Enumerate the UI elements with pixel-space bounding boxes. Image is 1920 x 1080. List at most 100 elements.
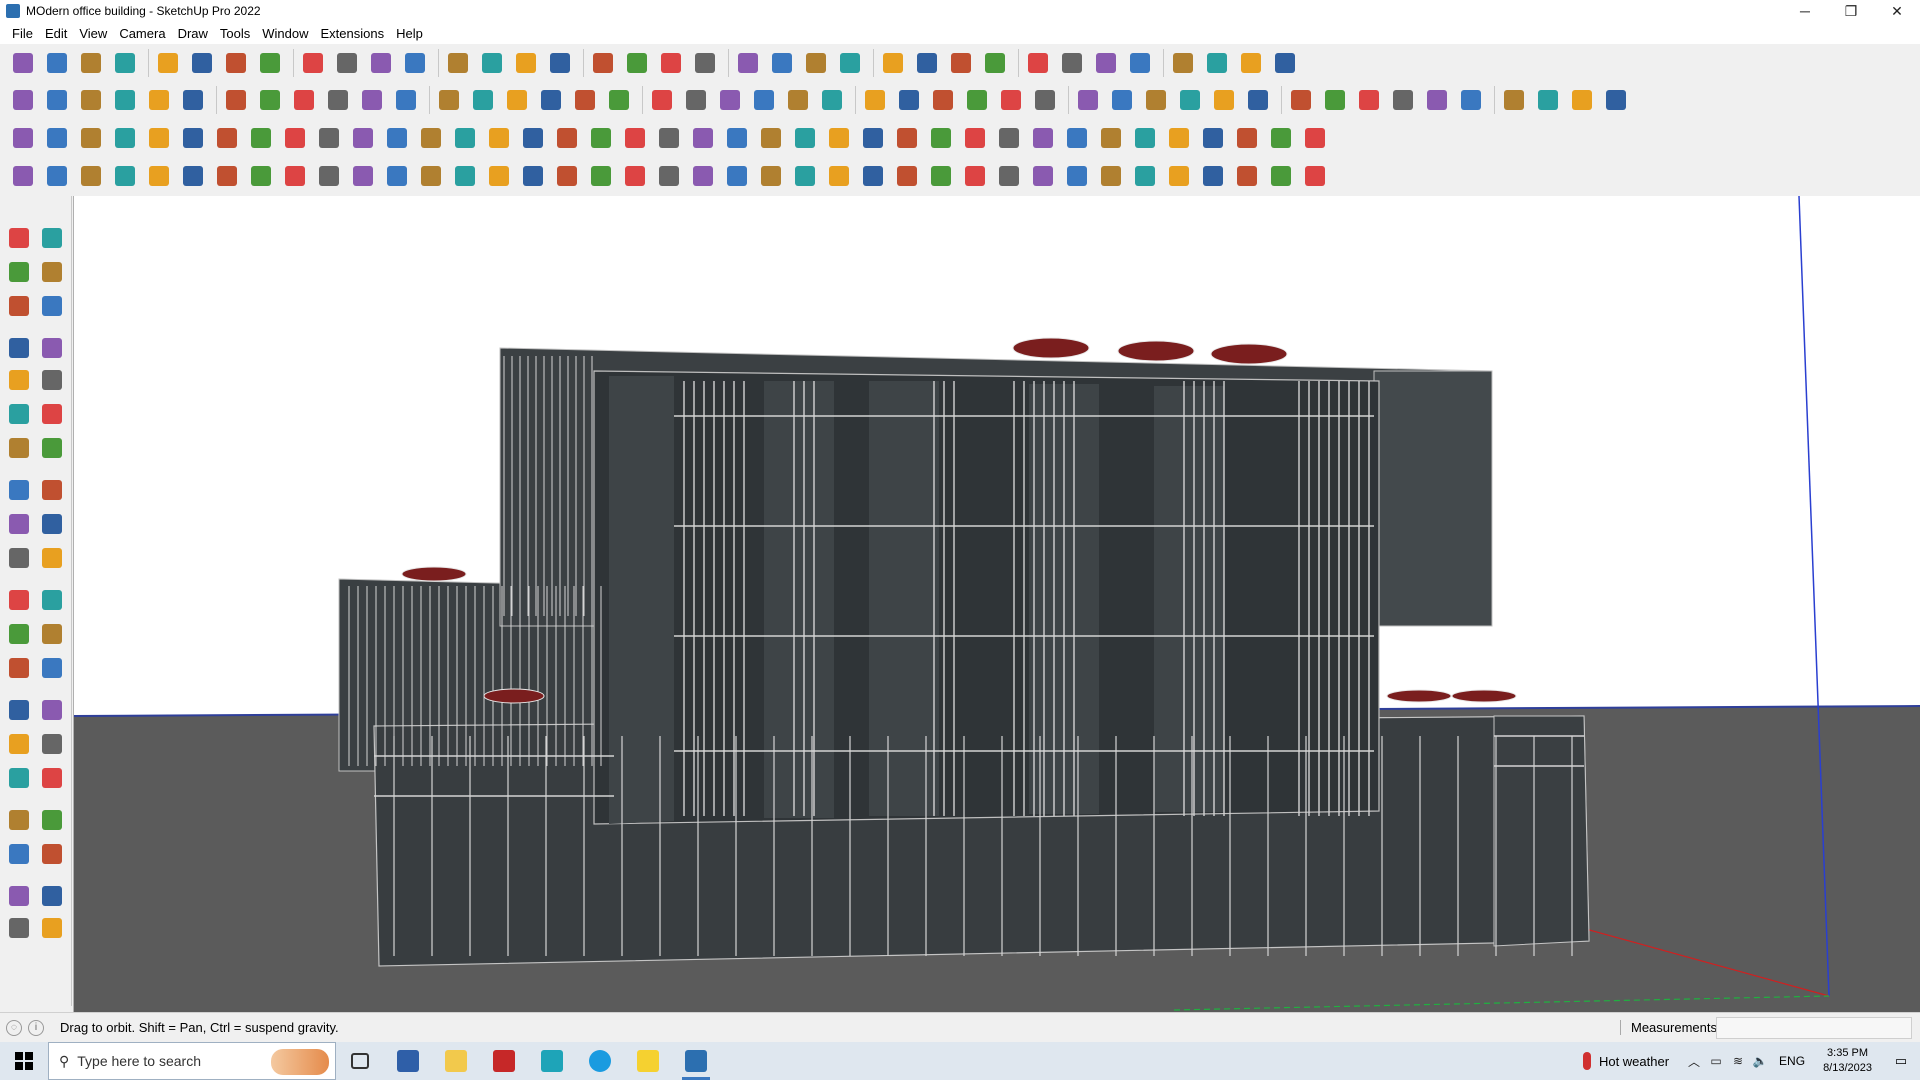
menu-file[interactable]: File: [6, 26, 39, 41]
toolbar-tool-button[interactable]: [1130, 123, 1160, 153]
toolbar-tool-button[interactable]: [654, 123, 684, 153]
task-view-button[interactable]: [336, 1042, 384, 1080]
toolbar-tool-button[interactable]: [1209, 85, 1239, 115]
toolbar-tool-button[interactable]: [586, 161, 616, 191]
toolbar-tool-button[interactable]: [153, 48, 183, 78]
toolbar-tool-button[interactable]: [178, 161, 208, 191]
toolbar-tool-button[interactable]: [1533, 85, 1563, 115]
palette-tool-button[interactable]: [5, 400, 33, 428]
toolbar-tool-button[interactable]: [1073, 85, 1103, 115]
toolbar-tool-button[interactable]: [1028, 123, 1058, 153]
toolbar-tool-button[interactable]: [1030, 85, 1060, 115]
toolbar-tool-button[interactable]: [443, 48, 473, 78]
palette-tool-button[interactable]: [38, 806, 66, 834]
toolbar-tool-button[interactable]: [994, 123, 1024, 153]
toolbar-tool-button[interactable]: [484, 123, 514, 153]
palette-tool-button[interactable]: [5, 292, 33, 320]
taskbar-app-calculator[interactable]: [384, 1042, 432, 1080]
toolbar-tool-button[interactable]: [110, 123, 140, 153]
toolbar-tool-button[interactable]: [801, 48, 831, 78]
toolbar-tool-button[interactable]: [1096, 161, 1126, 191]
toolbar-tool-button[interactable]: [552, 161, 582, 191]
toolbar-tool-button[interactable]: [690, 48, 720, 78]
palette-tool-button[interactable]: [5, 764, 33, 792]
taskbar-app-edge[interactable]: [576, 1042, 624, 1080]
menu-draw[interactable]: Draw: [172, 26, 214, 41]
toolbar-tool-button[interactable]: [1091, 48, 1121, 78]
toolbar-tool-button[interactable]: [434, 85, 464, 115]
toolbar-tool-button[interactable]: [8, 48, 38, 78]
taskbar-app-file-explorer[interactable]: [432, 1042, 480, 1080]
toolbar-tool-button[interactable]: [733, 48, 763, 78]
toolbar-tool-button[interactable]: [783, 85, 813, 115]
measurements-input[interactable]: [1716, 1017, 1912, 1039]
toolbar-tool-button[interactable]: [1354, 85, 1384, 115]
toolbar-tool-button[interactable]: [790, 161, 820, 191]
toolbar-tool-button[interactable]: [1236, 48, 1266, 78]
start-button[interactable]: [0, 1042, 48, 1080]
toolbar-tool-button[interactable]: [681, 85, 711, 115]
volume-icon[interactable]: 🔈: [1749, 1054, 1771, 1068]
palette-tool-button[interactable]: [5, 544, 33, 572]
toolbar-tool-button[interactable]: [722, 161, 752, 191]
toolbar-tool-button[interactable]: [656, 48, 686, 78]
taskbar-app-sticky-notes[interactable]: [624, 1042, 672, 1080]
toolbar-tool-button[interactable]: [110, 161, 140, 191]
toolbar-tool-button[interactable]: [323, 85, 353, 115]
toolbar-tool-button[interactable]: [76, 161, 106, 191]
toolbar-tool-button[interactable]: [42, 161, 72, 191]
close-button[interactable]: ✕: [1874, 0, 1920, 22]
toolbar-tool-button[interactable]: [892, 161, 922, 191]
toolbar-tool-button[interactable]: [8, 123, 38, 153]
palette-tool-button[interactable]: [5, 914, 33, 942]
toolbar-tool-button[interactable]: [314, 161, 344, 191]
toolbar-tool-button[interactable]: [552, 123, 582, 153]
toolbar-tool-button[interactable]: [688, 161, 718, 191]
menu-extensions[interactable]: Extensions: [315, 26, 391, 41]
toolbar-tool-button[interactable]: [357, 85, 387, 115]
palette-tool-button[interactable]: [5, 366, 33, 394]
palette-tool-button[interactable]: [5, 586, 33, 614]
toolbar-tool-button[interactable]: [144, 161, 174, 191]
toolbar-tool-button[interactable]: [545, 48, 575, 78]
toolbar-tool-button[interactable]: [1232, 161, 1262, 191]
toolbar-tool-button[interactable]: [280, 161, 310, 191]
toolbar-tool-button[interactable]: [400, 48, 430, 78]
toolbar-tool-button[interactable]: [110, 85, 140, 115]
toolbar-tool-button[interactable]: [110, 48, 140, 78]
palette-tool-button[interactable]: [5, 840, 33, 868]
toolbar-tool-button[interactable]: [1232, 123, 1262, 153]
instructor-icon[interactable]: i: [28, 1019, 44, 1036]
menu-edit[interactable]: Edit: [39, 26, 73, 41]
menu-help[interactable]: Help: [390, 26, 429, 41]
toolbar-tool-button[interactable]: [1164, 161, 1194, 191]
toolbar-tool-button[interactable]: [962, 85, 992, 115]
palette-tool-button[interactable]: [5, 334, 33, 362]
palette-tool-button[interactable]: [38, 476, 66, 504]
toolbar-tool-button[interactable]: [994, 161, 1024, 191]
toolbar-tool-button[interactable]: [76, 85, 106, 115]
toolbar-tool-button[interactable]: [8, 85, 38, 115]
taskbar-app-acrobat[interactable]: [480, 1042, 528, 1080]
palette-tool-button[interactable]: [38, 544, 66, 572]
palette-tool-button[interactable]: [38, 620, 66, 648]
toolbar-tool-button[interactable]: [756, 161, 786, 191]
toolbar-tool-button[interactable]: [144, 85, 174, 115]
toolbar-tool-button[interactable]: [1202, 48, 1232, 78]
palette-tool-button[interactable]: [5, 224, 33, 252]
toolbar-tool-button[interactable]: [348, 161, 378, 191]
palette-tool-button[interactable]: [38, 654, 66, 682]
toolbar-tool-button[interactable]: [416, 161, 446, 191]
palette-tool-button[interactable]: [5, 434, 33, 462]
toolbar-tool-button[interactable]: [76, 48, 106, 78]
palette-tool-button[interactable]: [5, 476, 33, 504]
toolbar-tool-button[interactable]: [1062, 123, 1092, 153]
palette-tool-button[interactable]: [5, 882, 33, 910]
toolbar-tool-button[interactable]: [212, 161, 242, 191]
toolbar-tool-button[interactable]: [42, 85, 72, 115]
weather-widget[interactable]: Hot weather: [1582, 1052, 1669, 1070]
toolbar-tool-button[interactable]: [246, 123, 276, 153]
palette-tool-button[interactable]: [38, 224, 66, 252]
toolbar-tool-button[interactable]: [1266, 123, 1296, 153]
palette-tool-button[interactable]: [5, 730, 33, 758]
